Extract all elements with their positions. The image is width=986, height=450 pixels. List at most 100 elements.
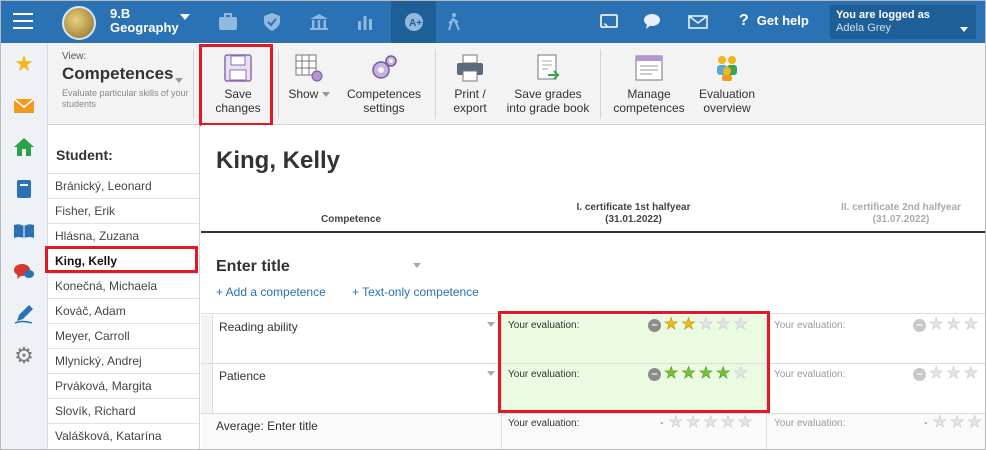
star-icon[interactable]: ★	[929, 316, 944, 333]
star-icon[interactable]: ★	[13, 51, 35, 76]
top-bar: 9.B Geography A+ ? Get help You are logge…	[1, 1, 985, 43]
view-selector[interactable]: View: Competences Evaluate particular sk…	[62, 51, 192, 110]
list-window-icon	[632, 51, 666, 85]
student-list: Student: Bránický, Leonard Fisher, Erik …	[48, 125, 200, 449]
evaluation-label: Your evaluation:	[508, 418, 580, 429]
save-grades-label-2: into grade book	[506, 101, 590, 115]
column-header-period-2: II. certificate 2nd halfyear (31.07.2022)	[840, 202, 962, 225]
star-icon[interactable]: ★	[946, 365, 961, 382]
notebook-icon[interactable]	[13, 178, 35, 200]
star-icon: ★	[703, 414, 718, 431]
clear-rating-icon[interactable]: –	[913, 318, 926, 332]
student-item[interactable]: Kováč, Adam	[48, 298, 199, 323]
competence-label: Patience	[219, 369, 266, 383]
logged-as-label: You are logged as	[836, 9, 930, 21]
shield-check-icon[interactable]	[257, 7, 287, 37]
star-icon: ★	[950, 414, 965, 431]
student-item[interactable]: Hlásna, Zuzana	[48, 223, 199, 248]
gear-icon[interactable]: ⚙	[13, 343, 35, 368]
chat-icon[interactable]	[638, 7, 668, 37]
user-menu[interactable]: You are logged as Adela Grey	[830, 5, 976, 39]
menu-icon[interactable]	[13, 13, 33, 29]
chevron-down-icon	[180, 14, 190, 20]
star-icon: ★	[738, 414, 753, 431]
student-item[interactable]: Prváková, Margita	[48, 373, 199, 398]
column-header-period-1: I. certificate 1st halfyear (31.01.2022)	[576, 202, 691, 225]
student-item[interactable]: Meyer, Carroll	[48, 323, 199, 348]
evaluation-label: Your evaluation:	[774, 369, 846, 380]
student-item[interactable]: Fisher, Erik	[48, 198, 199, 223]
svg-text:A+: A+	[409, 18, 422, 29]
bar-chart-icon[interactable]	[350, 7, 380, 37]
mail-icon[interactable]	[683, 7, 713, 37]
briefcase-icon[interactable]	[213, 7, 243, 37]
star-icon[interactable]: ★	[963, 316, 978, 333]
institution-icon[interactable]	[304, 7, 334, 37]
average-value: -	[924, 417, 928, 429]
envelope-icon[interactable]	[13, 95, 35, 117]
manage-label-1: Manage	[627, 87, 671, 101]
star-icon: ★	[686, 414, 701, 431]
student-item[interactable]: Mlynický, Andrej	[48, 348, 199, 373]
average-stars: - ★ ★ ★ ★ ★	[660, 414, 753, 431]
gradebook-arrow-icon	[531, 51, 565, 85]
star-icon[interactable]: ★	[946, 316, 961, 333]
student-item[interactable]: Konečná, Michaela	[48, 273, 199, 298]
star-icon: ★	[967, 414, 982, 431]
chevron-down-icon	[321, 92, 330, 98]
class-selector[interactable]: 9.B Geography	[110, 6, 190, 35]
chevron-down-icon[interactable]	[487, 322, 495, 327]
class-logo-icon	[62, 6, 96, 40]
header-divider	[201, 231, 985, 233]
open-book-icon[interactable]	[13, 220, 35, 242]
user-name: Adela Grey	[836, 22, 892, 34]
chevron-down-icon	[175, 78, 183, 83]
star-icon: ★	[720, 414, 736, 431]
evaluation-overview-button[interactable]: Evaluation overview	[694, 51, 760, 115]
view-value: Competences	[62, 64, 174, 83]
competence-label: Reading ability	[219, 320, 298, 334]
home-icon[interactable]	[13, 136, 35, 158]
class-name: 9.B	[110, 6, 131, 21]
star-icon[interactable]: ★	[929, 365, 944, 382]
walking-icon[interactable]	[441, 7, 471, 37]
rating-stars-period-2[interactable]: – ★ ★ ★	[913, 365, 978, 382]
help-link[interactable]: ? Get help	[739, 12, 809, 30]
grades-icon[interactable]: A+	[391, 1, 436, 43]
section-title[interactable]: Enter title	[216, 258, 421, 276]
average-row	[201, 413, 985, 449]
chevron-down-icon	[960, 27, 968, 32]
competences-settings-label-2: settings	[363, 101, 405, 115]
help-label: Get help	[756, 13, 809, 28]
chevron-down-icon	[413, 263, 421, 268]
evaluation-label: Your evaluation:	[774, 320, 846, 331]
cast-icon[interactable]	[594, 7, 624, 37]
evaluation-label: Your evaluation:	[774, 418, 846, 429]
evaluation-label-1: Evaluation	[698, 87, 756, 101]
app-window: 9.B Geography A+ ? Get help You are logge…	[0, 0, 986, 450]
student-name-title: King, Kelly	[216, 147, 341, 174]
add-text-only-competence-link[interactable]: + Text-only competence	[352, 285, 479, 299]
star-icon: ★	[932, 414, 948, 431]
printer-icon	[453, 51, 487, 85]
pen-icon[interactable]	[13, 303, 35, 325]
print-export-button[interactable]: Print / export	[444, 51, 496, 115]
student-item[interactable]: Slovík, Richard	[48, 398, 199, 423]
manage-competences-button[interactable]: Manage competences	[611, 51, 687, 115]
highlight-box	[45, 246, 198, 273]
clear-rating-icon[interactable]: –	[913, 367, 926, 381]
student-item[interactable]: Valášková, Katarína	[48, 423, 199, 448]
chat-bubbles-icon[interactable]	[13, 261, 35, 283]
rating-stars-period-2[interactable]: – ★ ★ ★	[913, 316, 978, 333]
save-grades-button[interactable]: Save grades into grade book	[502, 51, 594, 115]
average-stars-period-2: - ★ ★ ★	[924, 414, 982, 431]
show-button[interactable]: Show	[284, 51, 334, 101]
add-competence-link[interactable]: + Add a competence	[216, 285, 326, 299]
people-icon	[710, 51, 744, 85]
view-description: Evaluate particular skills of your stude…	[62, 88, 189, 109]
student-item[interactable]: Bránický, Leonard	[48, 173, 199, 198]
chevron-down-icon[interactable]	[487, 371, 495, 376]
star-icon[interactable]: ★	[963, 365, 978, 382]
competences-settings-button[interactable]: Competences settings	[342, 51, 426, 115]
print-label-2: export	[453, 101, 487, 115]
